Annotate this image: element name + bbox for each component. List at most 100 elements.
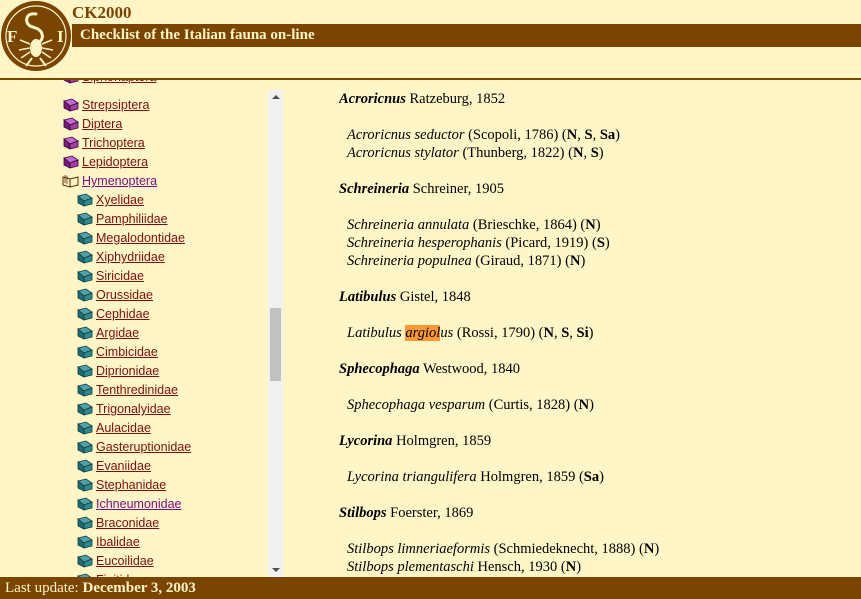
tree-item-link[interactable]: Siphonaptera — [82, 80, 156, 87]
tree-item-link[interactable]: Diprionidae — [96, 362, 159, 381]
genus-author: Schreiner, 1905 — [409, 181, 504, 197]
family-book-icon — [77, 345, 93, 359]
genus-name: Schreineria — [339, 181, 410, 197]
distribution-code: Sa — [583, 469, 600, 485]
tree-item-link[interactable]: Diptera — [82, 115, 122, 134]
distribution-code: N — [585, 217, 596, 233]
taxonomy-tree[interactable]: Siphonaptera StrepsipteraDipteraTrichopte… — [0, 80, 266, 577]
species-name-part: us — [440, 325, 454, 341]
distribution-code: Sa — [599, 127, 616, 143]
family-book-icon — [77, 383, 93, 397]
tree-item-link[interactable]: Cephidae — [96, 305, 150, 324]
distribution-code: N — [565, 559, 577, 575]
tree-item-link[interactable]: Pamphiliidae — [96, 210, 168, 229]
tree-item-link[interactable]: Siricidae — [96, 267, 144, 286]
family-book-icon — [77, 440, 93, 454]
species-entry: Acroricnus stylator (Thunberg, 1822) (N,… — [347, 145, 604, 161]
species-entry: Stilbops limneriaeformis (Schmiedeknecht… — [347, 541, 660, 557]
tree-item-link[interactable]: Strepsiptera — [82, 96, 149, 115]
tree-item-link[interactable]: Aulacidae — [96, 419, 151, 438]
tree-item-link[interactable]: Megalodontidae — [96, 229, 185, 248]
species-list: Acroricnus Ratzeburg, 1852 Acroricnus sed… — [339, 80, 861, 577]
tree-item-link[interactable]: Hymenoptera — [82, 172, 157, 191]
last-update-label: Last update: — [5, 580, 79, 596]
genus-name: Latibulus — [339, 289, 397, 305]
distribution-code: S — [596, 235, 605, 251]
family-book-icon — [77, 193, 93, 207]
family-book-icon — [77, 212, 93, 226]
species-entry: Schreineria hesperophanis (Picard, 1919)… — [347, 235, 610, 251]
taxonomy-tree-panel: Siphonaptera StrepsipteraDipteraTrichopte… — [0, 80, 283, 577]
family-book-icon — [77, 535, 93, 549]
species-author: (Giraud, 1871) ( — [471, 253, 570, 269]
species-name: Stilbops plementaschi — [347, 559, 474, 575]
tree-item-link[interactable]: Eucoilidae — [96, 552, 154, 571]
family-book-icon — [77, 402, 93, 416]
tree-item-link[interactable]: Ichneumonidae — [96, 495, 181, 514]
family-book-icon — [77, 421, 93, 435]
last-update-date: December 3, 2003 — [82, 580, 196, 596]
species-author: (Brieschke, 1864) ( — [469, 217, 586, 233]
page-title: Checklist of the Italian fauna on-line — [80, 27, 315, 43]
tree-item-link[interactable]: Trigonalyidae — [96, 400, 171, 419]
family-book-icon — [77, 516, 93, 530]
genus-author: Westwood, 1840 — [419, 361, 521, 377]
tree-scrollbar[interactable] — [268, 90, 283, 577]
genus-name: Stilbops — [339, 505, 387, 521]
tree-item-link[interactable]: Lepidoptera — [82, 153, 148, 172]
footer: Last update: December 3, 2003 — [0, 577, 861, 599]
tree-item-link[interactable]: Gasteruptionidae — [96, 438, 191, 457]
tree-item-link[interactable]: Braconidae — [96, 514, 159, 533]
species-author: (Thunberg, 1822) ( — [458, 145, 573, 161]
scrollbar-thumb[interactable] — [270, 308, 281, 381]
genus-name: Sphecophaga — [339, 361, 420, 377]
species-name: Acroricnus stylator — [347, 145, 459, 161]
search-highlight: argiol — [405, 325, 441, 341]
distribution-code: S — [584, 127, 593, 143]
genus-heading: Acroricnus Ratzeburg, 1852 — [339, 91, 505, 108]
species-name: Lycorina triangulifera — [347, 469, 477, 485]
distribution-code: N — [572, 145, 584, 161]
tree-item-link[interactable]: Orussidae — [96, 286, 153, 305]
species-author: Hensch, 1930 ( — [473, 559, 566, 575]
family-book-icon — [77, 231, 93, 245]
distribution-code: N — [643, 541, 655, 557]
family-book-icon — [77, 326, 93, 340]
genus-heading: Stilbops Foerster, 1869 — [339, 505, 473, 522]
logo-letter: F — [7, 27, 17, 46]
family-book-icon — [77, 269, 93, 283]
family-book-icon — [77, 250, 93, 264]
species-entry: Lycorina triangulifera Holmgren, 1859 (S… — [347, 469, 604, 485]
scroll-down-icon[interactable] — [268, 563, 283, 577]
species-author: (Picard, 1919) ( — [501, 235, 597, 251]
tree-item-link[interactable]: Ibalidae — [96, 533, 140, 552]
species-author: Holmgren, 1859 ( — [476, 469, 584, 485]
scorpion-logo-icon: F I — [1, 1, 71, 71]
tree-item-link[interactable]: Tenthredinidae — [96, 381, 178, 400]
tree-item-link[interactable]: Argidae — [96, 324, 139, 343]
closed-book-icon — [63, 155, 79, 169]
title-banner: Checklist of the Italian fauna on-line — [72, 24, 861, 47]
genus-name: Lycorina — [339, 433, 393, 449]
tree-item-link[interactable]: Cimbicidae — [96, 343, 158, 362]
genus-heading: Lycorina Holmgren, 1859 — [339, 433, 491, 450]
genus-heading: Sphecophaga Westwood, 1840 — [339, 361, 520, 378]
genus-heading: Latibulus Gistel, 1848 — [339, 289, 471, 306]
tree-item-link[interactable]: Xyelidae — [96, 191, 144, 210]
distribution-code: Si — [576, 325, 589, 341]
tree-item-link[interactable]: Trichoptera — [82, 134, 145, 153]
tree-item-link[interactable]: Stephanidae — [96, 476, 166, 495]
tree-item-link[interactable]: Xiphydriidae — [96, 248, 165, 267]
logo-letter: I — [57, 27, 64, 46]
genus-name: Acroricnus — [339, 91, 406, 107]
species-author: (Curtis, 1828) ( — [485, 397, 579, 413]
tree-item-link[interactable]: Evaniidae — [96, 457, 151, 476]
species-entry: Stilbops plementaschi Hensch, 1930 (N) — [347, 559, 582, 575]
scroll-up-icon[interactable] — [268, 90, 283, 104]
species-name: Latibulus argiolus — [347, 325, 453, 341]
species-name-part: Latibulus — [347, 325, 406, 341]
species-entry: Schreineria populnea (Giraud, 1871) (N) — [347, 253, 586, 269]
family-book-icon — [77, 497, 93, 511]
closed-book-icon — [63, 117, 79, 131]
species-author: (Schmiedeknecht, 1888) ( — [490, 541, 644, 557]
